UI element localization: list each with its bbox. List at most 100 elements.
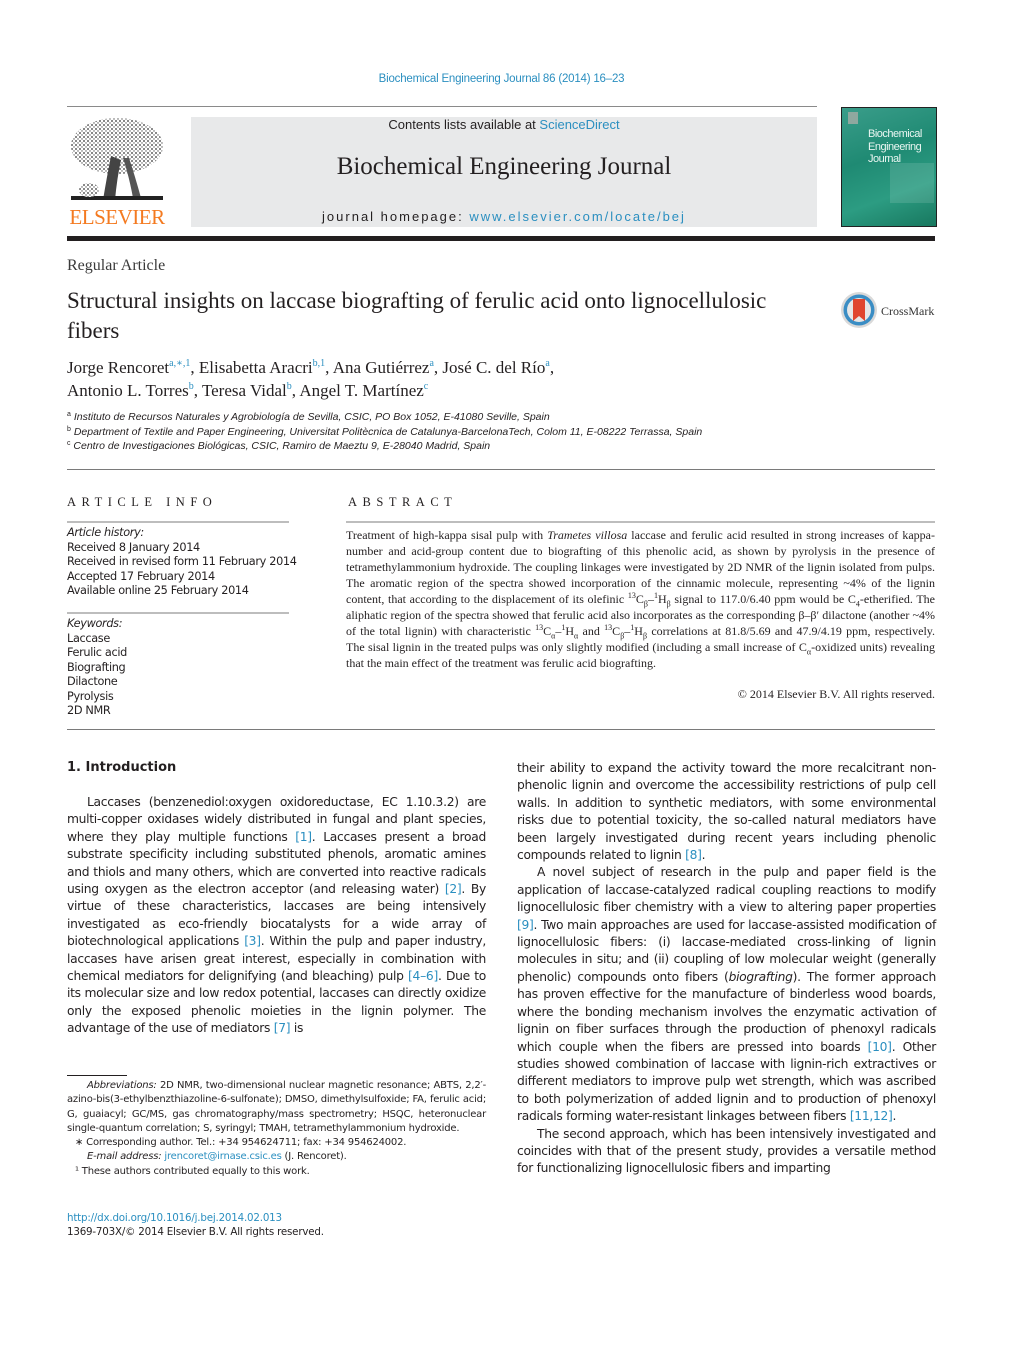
top-divider bbox=[67, 106, 817, 107]
text-run: their ability to expand the activity tow… bbox=[517, 761, 936, 863]
body-column-left: Laccases (benzenediol:oxygen oxidoreduct… bbox=[67, 794, 486, 1038]
author-separator: , bbox=[325, 358, 333, 377]
paragraph: A novel subject of research in the pulp … bbox=[517, 864, 936, 1125]
cover-publisher-badge bbox=[848, 112, 858, 124]
paragraph: The second approach, which has been inte… bbox=[517, 1126, 936, 1178]
contents-line: Contents lists available at ScienceDirec… bbox=[191, 117, 817, 132]
article-history: Article history: Received 8 January 2014… bbox=[67, 526, 297, 599]
homepage-link[interactable]: www.elsevier.com/locate/bej bbox=[469, 209, 686, 224]
cover-title-line: Biochemical bbox=[868, 128, 922, 140]
text-run: A novel subject of research in the pulp … bbox=[517, 865, 936, 915]
email-suffix: (J. Rencoret). bbox=[281, 1151, 347, 1163]
affiliation-divider bbox=[67, 469, 935, 470]
body-divider bbox=[67, 729, 935, 730]
article-info-divider bbox=[67, 521, 289, 523]
author-affiliation-mark[interactable]: a,∗,1 bbox=[169, 358, 190, 369]
citation-link[interactable]: [8] bbox=[685, 848, 702, 862]
article-title: Structural insights on laccase biografti… bbox=[67, 288, 767, 343]
author-name[interactable]: Jorge Rencoret bbox=[67, 358, 169, 377]
author-list: Jorge Rencoreta,∗,1, Elisabetta Aracrib,… bbox=[67, 356, 827, 402]
author-separator: , bbox=[190, 358, 199, 377]
text-run: . bbox=[892, 1109, 897, 1124]
affiliation-text: Instituto de Recursos Naturales y Agrobi… bbox=[70, 411, 550, 423]
keyword: Pyrolysis bbox=[67, 689, 114, 703]
abstract-segment: Treatment of high-kappa sisal pulp with bbox=[346, 528, 548, 542]
text-run: is bbox=[290, 1021, 304, 1036]
abbreviations-footnote: Abbreviations: 2D NMR, two-dimensional n… bbox=[67, 1079, 486, 1136]
author-separator: , bbox=[549, 358, 555, 377]
author-name[interactable]: Angel T. Martínez bbox=[299, 381, 423, 400]
sciencedirect-link[interactable]: ScienceDirect bbox=[539, 117, 619, 132]
citation-link[interactable]: [3] bbox=[244, 934, 261, 948]
keyword: Laccase bbox=[67, 631, 110, 645]
abstract-text: Treatment of high-kappa sisal pulp with … bbox=[346, 528, 935, 670]
corresponding-author-footnote: ∗ Corresponding author. Tel.: +34 954624… bbox=[75, 1137, 407, 1149]
journal-cover-image[interactable]: Biochemical Engineering Journal bbox=[841, 107, 937, 227]
history-item: Received 8 January 2014 bbox=[67, 540, 200, 554]
citation-link[interactable]: [2] bbox=[445, 882, 462, 896]
italic-term: biografting bbox=[728, 969, 793, 984]
citation-link[interactable]: [10] bbox=[868, 1040, 892, 1054]
citation-link[interactable]: [9] bbox=[517, 918, 534, 932]
cover-title: Biochemical Engineering Journal bbox=[868, 128, 922, 166]
history-label: Article history: bbox=[67, 526, 144, 539]
affiliation-text: Centro de Investigaciones Biológicas, CS… bbox=[70, 440, 491, 452]
keyword: Ferulic acid bbox=[67, 646, 127, 659]
keywords-divider bbox=[67, 612, 289, 614]
author-name[interactable]: Antonio L. Torres bbox=[67, 381, 189, 400]
crossmark-button[interactable]: CrossMark bbox=[840, 291, 940, 331]
footnotes: Abbreviations: 2D NMR, two-dimensional n… bbox=[67, 1079, 486, 1179]
affiliation: b Department of Textile and Paper Engine… bbox=[67, 425, 887, 440]
author-separator: , bbox=[193, 381, 202, 400]
email-footnote: E-mail address: jrencoret@irnase.csic.es… bbox=[67, 1150, 486, 1164]
article-type: Regular Article bbox=[67, 257, 166, 274]
doi-link[interactable]: http://dx.doi.org/10.1016/j.bej.2014.02.… bbox=[67, 1212, 282, 1224]
affiliation-text: Department of Textile and Paper Engineer… bbox=[70, 425, 703, 438]
author-email-link[interactable]: jrencoret@irnase.csic.es bbox=[164, 1151, 281, 1162]
citation-link[interactable]: [1] bbox=[295, 830, 312, 844]
author-name[interactable]: Elisabetta Aracri bbox=[199, 358, 313, 377]
homepage-prefix: journal homepage: bbox=[322, 209, 470, 224]
abstract-segment: and bbox=[578, 624, 605, 638]
elsevier-tree-icon bbox=[71, 118, 163, 200]
elsevier-logo[interactable]: ELSEVIER bbox=[67, 116, 167, 228]
crossmark-icon bbox=[841, 292, 877, 328]
author-name[interactable]: Ana Gutiérrez bbox=[333, 358, 430, 377]
paragraph: their ability to expand the activity tow… bbox=[517, 760, 936, 864]
abstract-species: Trametes villosa bbox=[547, 528, 628, 542]
article-info-heading: ARTICLE INFO bbox=[67, 495, 218, 509]
keywords-label: Keywords: bbox=[67, 617, 123, 630]
history-item: Available online 25 February 2014 bbox=[67, 584, 249, 597]
author-name[interactable]: José C. del Río bbox=[442, 358, 545, 377]
abstract-copyright: © 2014 Elsevier B.V. All rights reserved… bbox=[737, 687, 935, 701]
keyword: Biografting bbox=[67, 660, 126, 674]
citation-link[interactable]: [4–6] bbox=[408, 969, 438, 983]
header-thick-divider bbox=[67, 236, 935, 241]
contents-prefix: Contents lists available at bbox=[388, 117, 540, 132]
abstract-divider bbox=[346, 521, 935, 523]
keyword: 2D NMR bbox=[67, 704, 111, 717]
affiliation: c Centro de Investigaciones Biológicas, … bbox=[67, 439, 887, 454]
abstract-segment: signal to 117.0/6.40 ppm would be C bbox=[670, 592, 856, 606]
footnote-divider bbox=[67, 1075, 127, 1076]
journal-masthead: Contents lists available at ScienceDirec… bbox=[191, 117, 817, 227]
crossmark-label: CrossMark bbox=[881, 304, 935, 318]
history-item: Accepted 17 February 2014 bbox=[67, 569, 215, 583]
keyword: Dilactone bbox=[67, 675, 118, 688]
homepage-line: journal homepage: www.elsevier.com/locat… bbox=[191, 209, 817, 224]
cover-decoration bbox=[890, 163, 934, 203]
author-name[interactable]: Teresa Vidal bbox=[202, 381, 287, 400]
keywords: Keywords: Laccase Ferulic acid Biografti… bbox=[67, 617, 297, 719]
abbreviations-label: Abbreviations: bbox=[87, 1080, 157, 1091]
author-affiliation-mark[interactable]: c bbox=[424, 381, 428, 392]
issn-copyright: 1369-703X/© 2014 Elsevier B.V. All right… bbox=[67, 1226, 324, 1238]
affiliations: a Instituto de Recursos Naturales y Agro… bbox=[67, 410, 887, 454]
author-affiliation-mark[interactable]: b,1 bbox=[313, 358, 326, 369]
citation-link[interactable]: [11,12] bbox=[850, 1109, 893, 1123]
section-heading-introduction: 1. Introduction bbox=[67, 760, 177, 775]
citation-link[interactable]: [7] bbox=[274, 1021, 291, 1035]
history-item: Received in revised form 11 February 201… bbox=[67, 555, 297, 568]
abstract-heading: ABSTRACT bbox=[348, 495, 458, 509]
journal-reference-link[interactable]: Biochemical Engineering Journal 86 (2014… bbox=[0, 73, 1003, 85]
equal-contribution-footnote: ¹ These authors contributed equally to t… bbox=[75, 1165, 310, 1177]
